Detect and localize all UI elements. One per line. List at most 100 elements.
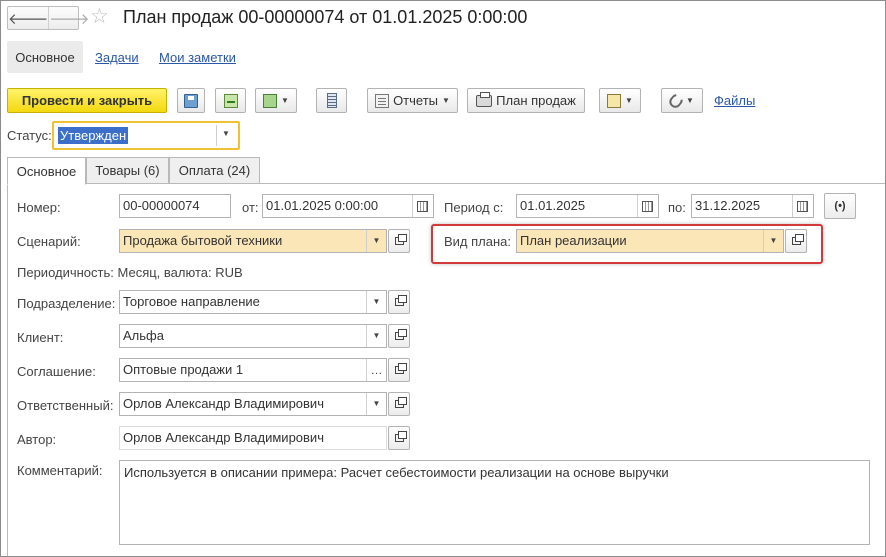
responsible-field[interactable]: Орлов Александр Владимирович ▼ xyxy=(119,392,387,416)
chevron-down-icon[interactable]: ▼ xyxy=(366,325,386,347)
files-link[interactable]: Файлы xyxy=(714,93,755,108)
comment-textarea[interactable]: Используется в описании примера: Расчет … xyxy=(119,460,870,545)
back-button[interactable]: 🡐 xyxy=(8,7,48,29)
reports-button[interactable]: Отчеты ▼ xyxy=(367,88,458,113)
calendar-button[interactable] xyxy=(792,195,812,217)
tab-notes[interactable]: Мои заметки xyxy=(159,50,236,65)
scenario-value: Продажа бытовой техники xyxy=(123,233,283,248)
period-from-value: 01.01.2025 xyxy=(520,198,586,213)
open-icon xyxy=(394,431,407,442)
reports-label: Отчеты xyxy=(393,93,438,108)
chevron-down-icon[interactable]: ▼ xyxy=(366,291,386,313)
scenario-label: Сценарий: xyxy=(17,234,81,249)
client-value: Альфа xyxy=(123,328,164,343)
author-label: Автор: xyxy=(17,432,57,447)
periodicity-text: Периодичность: Месяц, валюта: RUB xyxy=(17,265,243,280)
forward-button[interactable]: 🡒 xyxy=(48,7,89,29)
period-to-field[interactable]: 31.12.2025 xyxy=(691,194,814,218)
open-client-button[interactable] xyxy=(388,324,410,348)
agreement-label: Соглашение: xyxy=(17,364,96,379)
chevron-down-icon[interactable]: ▼ xyxy=(763,230,783,252)
client-label: Клиент: xyxy=(17,330,64,345)
favorite-star-icon[interactable]: ☆ xyxy=(90,5,109,29)
division-field[interactable]: Торговое направление ▼ xyxy=(119,290,387,314)
number-field[interactable]: 00-00000074 xyxy=(119,194,231,218)
calendar-button[interactable] xyxy=(412,195,432,217)
division-label: Подразделение: xyxy=(17,296,116,311)
calendar-button[interactable] xyxy=(637,195,657,217)
tab-tasks[interactable]: Задачи xyxy=(95,50,139,65)
open-responsible-button[interactable] xyxy=(388,392,410,416)
open-scenario-button[interactable] xyxy=(388,229,410,253)
open-author-button[interactable] xyxy=(388,426,410,450)
create-based-on-button[interactable]: ▼ xyxy=(255,88,297,113)
date-value: 01.01.2025 0:00:00 xyxy=(266,198,379,213)
period-to-value: 31.12.2025 xyxy=(695,198,761,213)
divider xyxy=(216,125,217,146)
post-button[interactable] xyxy=(215,88,246,113)
post-icon xyxy=(223,93,238,108)
related-docs-button[interactable]: ▼ xyxy=(599,88,641,113)
ellipsis-icon: … xyxy=(370,363,383,377)
movements-button[interactable] xyxy=(316,88,347,113)
plan-kind-value: План реализации xyxy=(520,233,627,248)
post-and-close-button[interactable]: Провести и закрыть xyxy=(7,88,167,113)
period-from-label: Период с: xyxy=(444,200,504,215)
arrow-right-icon: 🡒 xyxy=(49,10,90,28)
print-sales-plan-button[interactable]: План продаж xyxy=(467,88,585,113)
agreement-value: Оптовые продажи 1 xyxy=(123,362,244,377)
agreement-field[interactable]: Оптовые продажи 1 … xyxy=(119,358,387,382)
open-icon xyxy=(394,329,407,340)
chevron-down-icon[interactable]: ▼ xyxy=(366,230,386,252)
chevron-down-icon: ▼ xyxy=(281,96,289,105)
plan-kind-label: Вид плана: xyxy=(444,234,512,249)
chevron-down-icon[interactable]: ▼ xyxy=(222,129,230,138)
print-icon xyxy=(476,91,493,107)
comment-label: Комментарий: xyxy=(17,463,103,478)
reports-icon xyxy=(375,93,390,108)
paperclip-icon xyxy=(666,91,686,110)
tab-main[interactable]: Основное xyxy=(7,41,83,73)
chevron-down-icon[interactable]: ▼ xyxy=(366,393,386,415)
calendar-icon xyxy=(797,200,808,212)
attach-button[interactable]: ▼ xyxy=(661,88,703,113)
calendar-icon xyxy=(642,200,653,212)
status-value: Утвержден xyxy=(58,127,129,144)
copy-icon xyxy=(263,93,278,108)
chevron-down-icon: ▼ xyxy=(442,96,450,105)
calendar-icon xyxy=(417,200,428,212)
save-button[interactable] xyxy=(177,88,205,113)
list-icon xyxy=(326,93,337,108)
status-select[interactable]: Утвержден ▼ xyxy=(52,121,240,150)
scenario-field[interactable]: Продажа бытовой техники ▼ xyxy=(119,229,387,253)
client-field[interactable]: Альфа ▼ xyxy=(119,324,387,348)
sales-plan-label: План продаж xyxy=(496,93,576,108)
responsible-value: Орлов Александр Владимирович xyxy=(123,396,324,411)
open-icon xyxy=(394,363,407,374)
page-title: План продаж 00-00000074 от 01.01.2025 0:… xyxy=(123,7,528,27)
number-value: 00-00000074 xyxy=(123,198,200,213)
open-icon xyxy=(791,234,804,245)
chevron-down-icon: ▼ xyxy=(625,96,633,105)
period-select-button[interactable]: (•) xyxy=(824,193,856,219)
tab-section-main[interactable]: Основное xyxy=(7,157,86,185)
open-agreement-button[interactable] xyxy=(388,358,410,382)
responsible-label: Ответственный: xyxy=(17,398,114,413)
author-value: Орлов Александр Владимирович xyxy=(123,430,324,445)
open-icon xyxy=(394,234,407,245)
save-icon xyxy=(184,93,198,108)
tab-section-goods[interactable]: Товары (6) xyxy=(86,157,169,184)
open-plan-kind-button[interactable] xyxy=(785,229,807,253)
select-button[interactable]: … xyxy=(366,359,386,381)
status-label: Статус: xyxy=(7,128,52,143)
arrow-left-icon: 🡐 xyxy=(8,10,49,28)
open-icon xyxy=(394,397,407,408)
date-field[interactable]: 01.01.2025 0:00:00 xyxy=(262,194,434,218)
date-from-label: от: xyxy=(242,200,259,215)
plan-kind-field[interactable]: План реализации ▼ xyxy=(516,229,784,253)
tab-section-payment[interactable]: Оплата (24) xyxy=(169,157,260,184)
period-from-field[interactable]: 01.01.2025 xyxy=(516,194,659,218)
period-to-label: по: xyxy=(668,200,686,215)
open-division-button[interactable] xyxy=(388,290,410,314)
open-icon xyxy=(394,295,407,306)
